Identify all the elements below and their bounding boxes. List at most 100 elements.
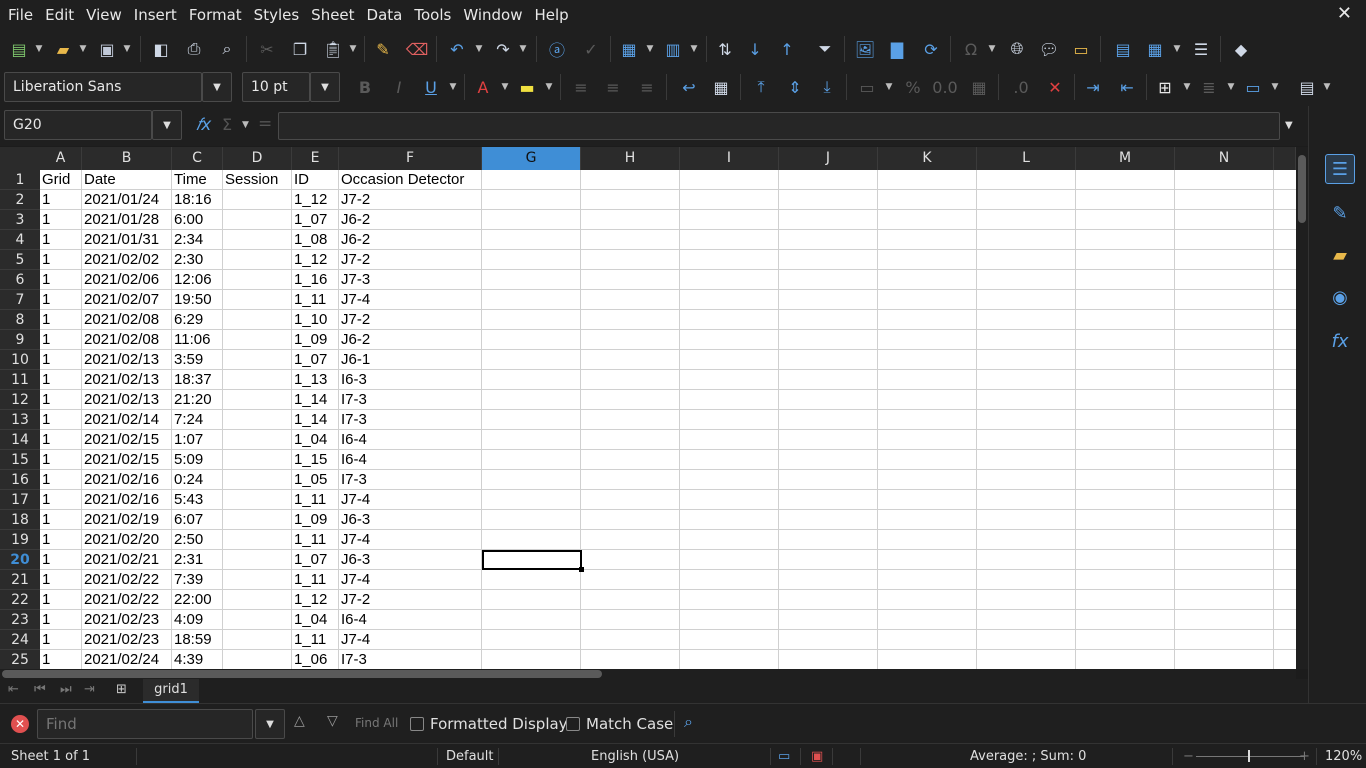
cell-f11[interactable]: I6-3 (339, 370, 482, 390)
cell-c20[interactable]: 2:31 (172, 550, 223, 570)
cell-f19[interactable]: J7-4 (339, 530, 482, 550)
menu-window[interactable]: Window (457, 0, 528, 30)
cell-b6[interactable]: 2021/02/06 (82, 270, 172, 290)
cell-b25[interactable]: 2021/02/24 (82, 650, 172, 669)
cell-c10[interactable]: 3:59 (172, 350, 223, 370)
cell-b2[interactable]: 2021/01/24 (82, 190, 172, 210)
menu-tools[interactable]: Tools (408, 0, 457, 30)
cell-c25[interactable]: 4:39 (172, 650, 223, 669)
cell-f5[interactable]: J7-2 (339, 250, 482, 270)
sheet-tab-grid1[interactable]: grid1 (143, 679, 199, 703)
paste-icon[interactable]: 📋︎ (320, 36, 346, 62)
cell-e21[interactable]: 1_11 (292, 570, 339, 590)
cell-d20[interactable] (223, 550, 292, 570)
cell-d22[interactable] (223, 590, 292, 610)
cell-f10[interactable]: J6-1 (339, 350, 482, 370)
column-header-l[interactable]: L (977, 147, 1076, 170)
match-case-checkbox[interactable] (566, 717, 580, 731)
menu-file[interactable]: File (2, 0, 39, 30)
freeze-dropdown-icon[interactable]: ▼ (1172, 36, 1182, 62)
cell-b22[interactable]: 2021/02/22 (82, 590, 172, 610)
column-header-k[interactable]: K (878, 147, 977, 170)
row-header-4[interactable]: 4 (0, 230, 40, 250)
cell-d12[interactable] (223, 390, 292, 410)
gallery-icon[interactable]: ▰ (1325, 240, 1355, 270)
cell-e1[interactable]: ID (292, 170, 339, 190)
show-draw-functions-icon[interactable]: ◆ (1228, 36, 1254, 62)
find-previous-icon[interactable]: △ (294, 713, 305, 729)
vertical-scrollbar[interactable] (1296, 147, 1308, 669)
cell-e14[interactable]: 1_04 (292, 430, 339, 450)
cell-d14[interactable] (223, 430, 292, 450)
sort-ascending-icon[interactable]: ↓ (742, 36, 768, 62)
cut-icon[interactable]: ✂ (254, 36, 280, 62)
cell-c8[interactable]: 6:29 (172, 310, 223, 330)
save-icon[interactable]: ▣ (94, 36, 120, 62)
horizontal-scroll-thumb[interactable] (2, 670, 602, 678)
page-style[interactable]: Default (446, 749, 494, 764)
close-find-bar-icon[interactable]: ✕ (11, 715, 29, 733)
cell-b13[interactable]: 2021/02/14 (82, 410, 172, 430)
menu-help[interactable]: Help (528, 0, 574, 30)
cell-b23[interactable]: 2021/02/23 (82, 610, 172, 630)
currency-dropdown-icon[interactable]: ▼ (884, 74, 894, 100)
select-all-corner[interactable] (0, 147, 40, 170)
cell-a4[interactable]: 1 (40, 230, 82, 250)
align-left-icon[interactable]: ≡ (568, 74, 594, 100)
align-right-icon[interactable]: ≡ (634, 74, 660, 100)
cell-a16[interactable]: 1 (40, 470, 82, 490)
cell-c17[interactable]: 5:43 (172, 490, 223, 510)
menu-edit[interactable]: Edit (39, 0, 80, 30)
row-header-14[interactable]: 14 (0, 430, 40, 450)
cell-c16[interactable]: 0:24 (172, 470, 223, 490)
cell-a17[interactable]: 1 (40, 490, 82, 510)
function-wizard-icon[interactable]: 𝑓x (196, 115, 211, 135)
column-header-i[interactable]: I (680, 147, 779, 170)
row-header-6[interactable]: 6 (0, 270, 40, 290)
scroll-last-sheet-icon[interactable]: ⇥ (84, 682, 95, 697)
cell-b24[interactable]: 2021/02/23 (82, 630, 172, 650)
sort-descending-icon[interactable]: ↑ (774, 36, 800, 62)
column-dropdown-icon[interactable]: ▼ (689, 36, 699, 62)
cell-a10[interactable]: 1 (40, 350, 82, 370)
cell-d19[interactable] (223, 530, 292, 550)
undo-dropdown-icon[interactable]: ▼ (474, 36, 484, 62)
cell-c12[interactable]: 21:20 (172, 390, 223, 410)
cell-c21[interactable]: 7:39 (172, 570, 223, 590)
language[interactable]: English (USA) (591, 749, 679, 764)
cell-d6[interactable] (223, 270, 292, 290)
cell-e7[interactable]: 1_11 (292, 290, 339, 310)
cell-d15[interactable] (223, 450, 292, 470)
cell-e22[interactable]: 1_12 (292, 590, 339, 610)
font-size-dropdown-icon[interactable]: ▼ (310, 72, 340, 102)
cell-f13[interactable]: I7-3 (339, 410, 482, 430)
underline-dropdown-icon[interactable]: ▼ (448, 74, 458, 100)
paste-dropdown-icon[interactable]: ▼ (348, 36, 358, 62)
merge-cells-icon[interactable]: ▦ (708, 74, 734, 100)
cell-f15[interactable]: I6-4 (339, 450, 482, 470)
row-header-13[interactable]: 13 (0, 410, 40, 430)
cell-d8[interactable] (223, 310, 292, 330)
clear-formatting-icon[interactable]: ⌫ (404, 36, 430, 62)
sum-icon[interactable]: Σ (222, 115, 232, 134)
font-color-icon[interactable]: A (470, 74, 496, 100)
properties-icon[interactable]: ☰ (1325, 154, 1355, 184)
cell-d16[interactable] (223, 470, 292, 490)
cell-a25[interactable]: 1 (40, 650, 82, 669)
border-style-icon[interactable]: ≣ (1196, 74, 1222, 100)
cell-f21[interactable]: J7-4 (339, 570, 482, 590)
cell-a11[interactable]: 1 (40, 370, 82, 390)
cell-f7[interactable]: J7-4 (339, 290, 482, 310)
scroll-next-sheet-icon[interactable]: ⏭ (60, 682, 72, 697)
borders-icon[interactable]: ⊞ (1152, 74, 1178, 100)
row-header-8[interactable]: 8 (0, 310, 40, 330)
cell-f24[interactable]: J7-4 (339, 630, 482, 650)
row-header-11[interactable]: 11 (0, 370, 40, 390)
cell-a22[interactable]: 1 (40, 590, 82, 610)
redo-icon[interactable]: ↷ (490, 36, 516, 62)
column-header-f[interactable]: F (339, 147, 482, 170)
zoom-level[interactable]: 120% (1325, 749, 1362, 764)
cell-a18[interactable]: 1 (40, 510, 82, 530)
cell-c2[interactable]: 18:16 (172, 190, 223, 210)
column-header-m[interactable]: M (1076, 147, 1175, 170)
